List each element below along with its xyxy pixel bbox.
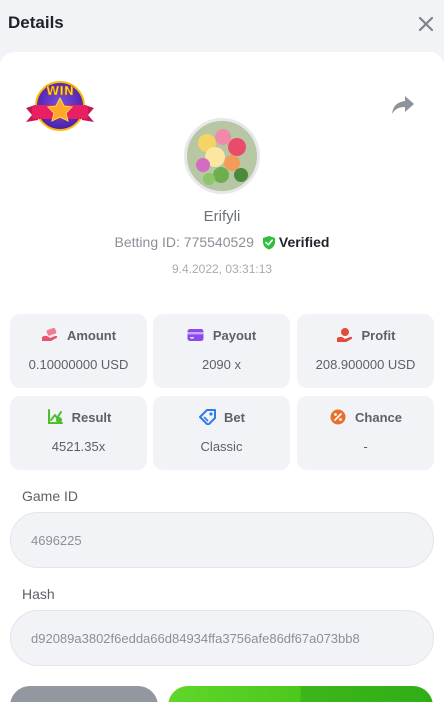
win-badge-icon: WIN <box>26 81 94 131</box>
stat-card-profit: Profit 208.900000 USD <box>297 314 434 388</box>
stat-label: Payout <box>212 327 257 343</box>
secondary-button[interactable] <box>10 686 158 702</box>
ticket-icon <box>198 408 216 426</box>
verified-badge: Verified <box>262 234 330 250</box>
share-button[interactable] <box>390 94 416 116</box>
stat-value: Classic <box>200 439 243 454</box>
modal-header: Details <box>0 0 444 48</box>
primary-button[interactable] <box>168 686 433 702</box>
close-button[interactable] <box>414 12 438 36</box>
game-id-label: Game ID <box>22 488 79 504</box>
chart-up-icon <box>46 408 64 426</box>
coin-hand-icon <box>336 326 354 344</box>
modal-title: Details <box>8 13 64 32</box>
game-id-field[interactable]: 4696225 <box>10 512 434 568</box>
verified-label: Verified <box>278 234 330 250</box>
stat-label: Bet <box>224 409 245 425</box>
stat-card-chance: Chance - <box>297 396 434 470</box>
stat-card-payout: Payout 2090 x <box>153 314 290 388</box>
stat-value: 0.10000000 USD <box>28 357 129 372</box>
stat-value: 4521.35x <box>51 439 106 454</box>
hash-label: Hash <box>22 586 55 602</box>
stat-label: Chance <box>355 409 402 425</box>
bet-date: 9.4.2022, 03:31:13 <box>171 262 273 276</box>
stat-card-bet: Bet Classic <box>153 396 290 470</box>
verified-shield-icon <box>262 235 275 249</box>
close-icon <box>418 16 434 32</box>
stat-card-result: Result 4521.35x <box>10 396 147 470</box>
stat-label: Result <box>71 409 112 425</box>
stat-card-amount: Amount 0.10000000 USD <box>10 314 147 388</box>
stat-value: - <box>363 439 368 454</box>
stat-label: Profit <box>361 327 396 343</box>
avatar <box>184 118 260 194</box>
betting-info: Betting ID: 775540529 Verified <box>0 234 444 250</box>
share-arrow-icon <box>392 96 414 114</box>
betting-id: Betting ID: 775540529 <box>114 234 254 250</box>
hash-field[interactable]: d92089a3802f6edda66d84934ffa3756afe86df6… <box>10 610 434 666</box>
svg-text:WIN: WIN <box>46 84 74 98</box>
money-hand-icon <box>41 326 59 344</box>
stat-value: 208.900000 USD <box>315 357 416 372</box>
stat-value: 2090 x <box>201 357 242 372</box>
flower-bouquet-icon <box>187 121 257 191</box>
percent-icon <box>329 408 347 426</box>
stat-label: Amount <box>66 327 117 343</box>
username: Erifyli <box>203 208 241 225</box>
card-icon <box>187 326 205 344</box>
